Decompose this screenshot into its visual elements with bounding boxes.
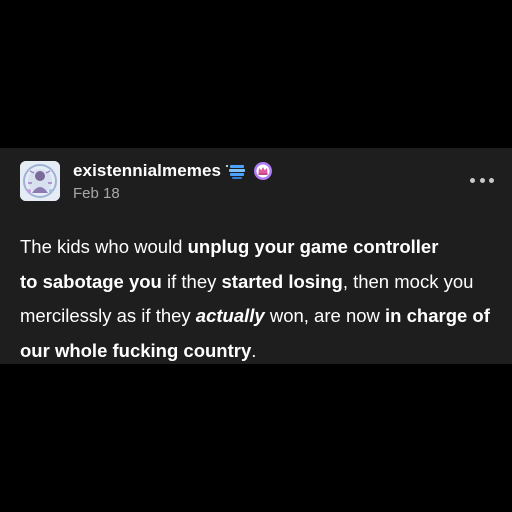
post-header: existennialmemes Feb 18 xyxy=(20,156,496,202)
gift-stack-badge-icon xyxy=(225,162,249,180)
body-bold-text: started losing xyxy=(221,270,343,292)
body-text: if they xyxy=(161,270,222,292)
more-dot xyxy=(479,177,485,183)
body-text: The kids who would xyxy=(20,236,188,257)
blog-name[interactable]: existennialmemes xyxy=(73,161,221,181)
body-text: . xyxy=(251,339,257,361)
page: existennialmemes Feb 18 The kids who wou… xyxy=(0,0,512,512)
more-dot xyxy=(470,177,475,183)
body-bold-text: unplug your game controller xyxy=(187,236,439,257)
crown-badge-icon xyxy=(253,161,273,181)
post-body: The kids who would unplug your game cont… xyxy=(20,230,500,368)
avatar[interactable] xyxy=(20,161,60,201)
more-options-icon[interactable] xyxy=(470,174,494,186)
body-text: won, are now xyxy=(264,305,386,326)
post-card: existennialmemes Feb 18 The kids who wou… xyxy=(0,148,512,364)
avatar-image xyxy=(20,161,60,201)
blog-name-row: existennialmemes xyxy=(73,160,273,182)
more-dot xyxy=(489,177,494,183)
body-bold-text: to sabotage you xyxy=(20,270,162,292)
post-date: Feb 18 xyxy=(73,185,120,202)
body-emphasis-text: actually xyxy=(195,305,265,326)
